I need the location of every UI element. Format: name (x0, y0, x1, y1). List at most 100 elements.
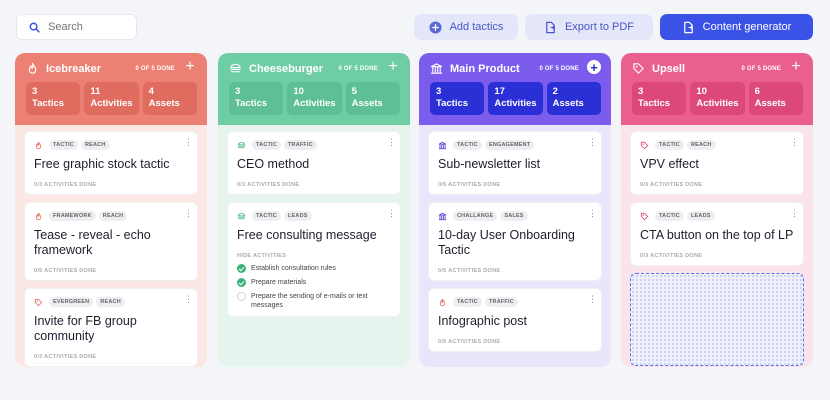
search-icon (29, 22, 40, 33)
activities-progress: 0/5 ACTIVITIES DONE (438, 339, 501, 345)
tactic-card[interactable]: TACTIC REACH ⋮ VPV effect 0/3 ACTIVITIES… (630, 131, 804, 195)
add-tactic-button[interactable]: + (587, 60, 601, 74)
stat-activities: 11 Activities (84, 82, 139, 115)
burger-icon (237, 141, 246, 148)
search-input[interactable] (48, 21, 128, 33)
kebab-menu-icon[interactable]: ⋮ (184, 209, 193, 218)
tactic-card[interactable]: TACTIC LEADS ⋮ Free consulting message H… (227, 202, 401, 317)
tag: REACH (80, 140, 110, 150)
column-main-product: Main Product 0 OF 5 DONE + 3 Tactics 17 Ac… (419, 53, 611, 367)
stat-value: 3 (235, 86, 241, 97)
stat-value: 3 (638, 86, 644, 97)
stat-label: Activities (90, 98, 133, 109)
activity-item[interactable]: Prepare the sending of e-mails or text m… (237, 292, 391, 310)
tag-icon (640, 212, 649, 220)
column-header: Upsell 0 OF 5 DONE + 3 Tactics 10 Activiti… (621, 53, 813, 125)
tactic-card[interactable]: TACTIC TRAFFIC ⋮ CEO method 0/3 ACTIVITI… (227, 131, 401, 195)
stat-assets: 5 Assets (345, 82, 400, 115)
plus-circle-icon (429, 20, 442, 34)
activity-item[interactable]: Establish consultation rules (237, 264, 391, 273)
column-header: Cheeseburger 0 OF 5 DONE + 3 Tactics 10 Ac… (218, 53, 410, 125)
done-counter: 0 OF 5 DONE (539, 66, 579, 72)
add-tactics-button[interactable]: Add tactics (414, 14, 518, 40)
stat-activities: 10 Activities (690, 82, 745, 115)
tag: TRAFFIC (484, 297, 518, 307)
stat-assets: 6 Assets (748, 82, 803, 115)
kebab-menu-icon[interactable]: ⋮ (790, 138, 799, 147)
add-tactic-button[interactable]: + (789, 59, 803, 75)
card-title: CTA button on the top of LP (640, 228, 794, 242)
stat-value: 3 (32, 86, 38, 97)
bank-icon (438, 141, 447, 149)
done-counter: 0 OF 5 DONE (741, 66, 781, 72)
document-generate-icon (683, 21, 693, 33)
hide-activities-toggle[interactable]: HIDE ACTIVITIES (237, 253, 391, 259)
add-tactic-button[interactable]: + (386, 59, 400, 75)
stat-label: Activities (494, 98, 537, 109)
activity-item[interactable]: Prepare materials (237, 278, 391, 287)
card-title: 10-day User Onboarding Tactic (438, 228, 575, 257)
stat-value: 5 (351, 86, 357, 97)
stat-tactics: 3 Tactics (26, 82, 81, 115)
checked-circle-icon[interactable] (237, 278, 246, 287)
kebab-menu-icon[interactable]: ⋮ (387, 209, 396, 218)
stat-activities: 10 Activities (287, 82, 342, 115)
stat-label: Tactics (436, 98, 469, 109)
kebab-menu-icon[interactable]: ⋮ (588, 295, 597, 304)
flame-icon (35, 212, 42, 220)
search-box[interactable] (16, 14, 137, 40)
stat-value: 2 (552, 86, 558, 97)
stat-label: Activities (696, 98, 739, 109)
column-header: Main Product 0 OF 5 DONE + 3 Tactics 17 Ac… (419, 53, 611, 125)
tag: TACTIC (453, 297, 482, 307)
add-tactic-button[interactable]: + (183, 59, 197, 75)
column-cheeseburger: Cheeseburger 0 OF 5 DONE + 3 Tactics 10 Ac… (218, 53, 410, 367)
stat-assets: 2 Assets (546, 82, 601, 115)
stat-activities: 17 Activities (488, 82, 543, 115)
done-counter: 0 OF 5 DONE (135, 66, 175, 72)
content-generator-button[interactable]: Content generator (660, 14, 813, 40)
stat-value: 17 (494, 86, 505, 97)
activities-progress: 0/3 ACTIVITIES DONE (640, 182, 703, 188)
unchecked-circle-icon[interactable] (237, 292, 246, 301)
card-title: CEO method (237, 157, 310, 171)
stat-label: Activities (293, 98, 336, 109)
flame-icon (439, 298, 446, 306)
kebab-menu-icon[interactable]: ⋮ (588, 138, 597, 147)
activities-progress: 0/3 ACTIVITIES DONE (34, 182, 97, 188)
checked-circle-icon[interactable] (237, 264, 246, 273)
activity-text: Establish consultation rules (251, 265, 336, 272)
tag-icon (633, 63, 644, 74)
kebab-menu-icon[interactable]: ⋮ (184, 138, 193, 147)
tactic-card[interactable]: TACTIC REACH ⋮ Free graphic stock tactic… (24, 131, 198, 195)
card-title: Free graphic stock tactic (34, 157, 170, 171)
tactic-card[interactable]: FRAMEWORK REACH ⋮ Tease - reveal - echo … (24, 202, 198, 281)
tag: REACH (98, 211, 128, 221)
tactic-card[interactable]: TACTIC ENGAGEMENT ⋮ Sub-newsletter list … (428, 131, 602, 195)
kebab-menu-icon[interactable]: ⋮ (790, 209, 799, 218)
tactic-card[interactable]: EVERGREEN REACH ⋮ Invite for FB group co… (24, 288, 198, 367)
kebab-menu-icon[interactable]: ⋮ (184, 295, 193, 304)
document-export-icon (546, 21, 555, 33)
tag: SALES (500, 211, 528, 221)
kebab-menu-icon[interactable]: ⋮ (588, 209, 597, 218)
stat-label: Tactics (235, 98, 268, 109)
tactic-card[interactable]: TACTIC LEADS ⋮ CTA button on the top of … (630, 202, 804, 266)
tactic-card[interactable]: TACTIC TRAFFIC ⋮ Infographic post 0/5 AC… (428, 288, 602, 352)
card-title: Infographic post (438, 314, 527, 328)
stat-value: 3 (436, 86, 442, 97)
done-counter: 0 OF 5 DONE (338, 66, 378, 72)
stat-label: Assets (754, 98, 786, 109)
tag: LEADS (686, 211, 715, 221)
export-pdf-label: Export to PDF (564, 21, 635, 33)
tag: CHALLANGE (453, 211, 498, 221)
drop-zone[interactable] (630, 273, 804, 366)
stat-value: 6 (754, 86, 760, 97)
stat-tactics: 3 Tactics (229, 82, 284, 115)
tag: LEADS (283, 211, 312, 221)
stat-value: 11 (90, 86, 101, 97)
tactic-card[interactable]: CHALLANGE SALES ⋮ 10-day User Onboarding… (428, 202, 602, 281)
kebab-menu-icon[interactable]: ⋮ (387, 138, 396, 147)
export-pdf-button[interactable]: Export to PDF (525, 14, 653, 40)
stat-label: Assets (351, 98, 383, 109)
